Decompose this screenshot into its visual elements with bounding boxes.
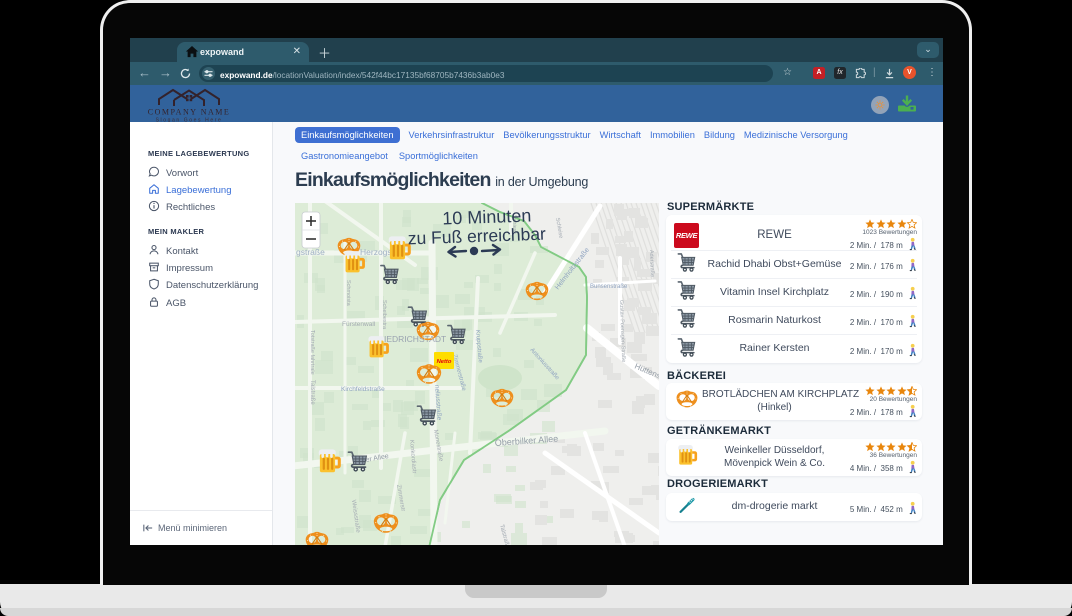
svg-text:Bunsenstraße: Bunsenstraße xyxy=(590,284,628,290)
svg-text:Herzogst: Herzogst xyxy=(360,247,395,257)
svg-text:Aderstraße: Aderstraße xyxy=(648,250,655,277)
svg-text:Netto: Netto xyxy=(437,359,452,365)
svg-text:Schmoista: Schmoista xyxy=(345,280,351,307)
svg-text:COMPANY NAME: COMPANY NAME xyxy=(148,108,231,117)
svg-text:Totstraße fahrtrale: Totstraße fahrtrale xyxy=(309,330,315,375)
svg-text:Fürstenwall: Fürstenwall xyxy=(342,321,376,328)
svg-text:Kirchfeldstraße: Kirchfeldstraße xyxy=(341,386,385,393)
svg-text:Scheibestra: Scheibestra xyxy=(381,300,387,330)
svg-text:Talstraße: Talstraße xyxy=(309,380,315,405)
svg-text:gstraße: gstraße xyxy=(296,247,325,257)
